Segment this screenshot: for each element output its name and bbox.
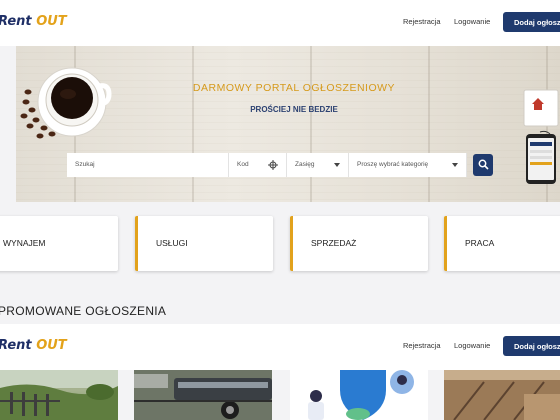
- logo-text: Rent: [0, 14, 32, 29]
- site-logo[interactable]: Rent OUT: [0, 14, 67, 29]
- category-card-sprzedaz[interactable]: SPRZEDAŻ: [290, 216, 428, 271]
- search-input[interactable]: Szukaj: [67, 153, 229, 177]
- coffee-cup-image: [16, 52, 116, 152]
- page: Rent OUT Rejestracja Logowanie Dodaj ogł…: [0, 0, 560, 420]
- category-card-praca[interactable]: PRACA: [444, 216, 560, 271]
- logo-text: Rent: [0, 338, 32, 353]
- listing-thumbnail-insurance[interactable]: [290, 370, 428, 420]
- add-listing-button[interactable]: Dodaj ogłoszenie: [503, 12, 560, 32]
- hero-subtitle: PROŚCIEJ NIE BEDZIE: [250, 105, 338, 114]
- hero-title: DARMOWY PORTAL OGŁOSZENIOWY: [192, 82, 396, 94]
- category-label: WYNAJEM: [3, 238, 46, 248]
- category-card-uslugi[interactable]: USŁUGI: [135, 216, 273, 271]
- chevron-down-icon: [334, 163, 340, 167]
- category-cards: WYNAJEM USŁUGI SPRZEDAŻ PRACA: [0, 216, 560, 272]
- search-bar: Szukaj Kod Zasięg Proszę wybrać kategori…: [67, 153, 493, 177]
- register-link[interactable]: Rejestracja: [403, 17, 441, 26]
- promoted-section-title: PROMOWANE OGŁOSZENIA: [0, 304, 167, 318]
- search-button[interactable]: [473, 154, 493, 176]
- listing-thumbnail-trailer[interactable]: [134, 370, 272, 420]
- promoted-listings: [0, 370, 560, 420]
- crosshair-icon[interactable]: [268, 160, 278, 170]
- site-logo[interactable]: Rent OUT: [0, 338, 67, 353]
- category-label: PRACA: [465, 238, 495, 248]
- postcode-input[interactable]: Kod: [229, 153, 287, 177]
- category-select[interactable]: Proszę wybrać kategorię: [349, 153, 467, 177]
- listing-thumbnail-garden[interactable]: [0, 370, 118, 420]
- category-card-wynajem[interactable]: WYNAJEM: [0, 216, 118, 271]
- category-label: Proszę wybrać kategorię: [357, 161, 429, 168]
- chevron-down-icon: [452, 163, 458, 167]
- phone-mockup-image: [510, 88, 560, 188]
- category-label: USŁUGI: [156, 238, 188, 248]
- search-icon: [478, 159, 489, 170]
- postcode-label: Kod: [237, 161, 249, 168]
- logo-accent: OUT: [36, 338, 67, 353]
- radius-label: Zasięg: [295, 161, 315, 168]
- hero-banner: DARMOWY PORTAL OGŁOSZENIOWY PROŚCIEJ NIE…: [16, 46, 560, 202]
- category-label: SPRZEDAŻ: [311, 238, 357, 248]
- login-link[interactable]: Logowanie: [454, 17, 490, 26]
- login-link[interactable]: Logowanie: [454, 341, 490, 350]
- sticky-header: Rent OUT Rejestracja Logowanie Dodaj ogł…: [0, 324, 560, 370]
- logo-accent: OUT: [36, 14, 67, 29]
- register-link[interactable]: Rejestracja: [403, 341, 441, 350]
- site-header: Rent OUT Rejestracja Logowanie Dodaj ogł…: [0, 0, 560, 46]
- listing-thumbnail-wood[interactable]: [444, 370, 560, 420]
- radius-select[interactable]: Zasięg: [287, 153, 349, 177]
- add-listing-button[interactable]: Dodaj ogłoszenie: [503, 336, 560, 356]
